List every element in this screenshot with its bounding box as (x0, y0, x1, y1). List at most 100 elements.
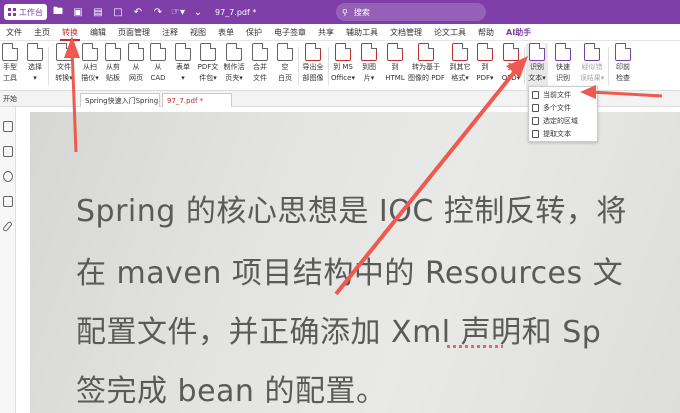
search-placeholder: 搜索 (353, 7, 370, 17)
comment-icon[interactable] (3, 171, 13, 182)
save-icon[interactable]: ▣ (69, 4, 87, 20)
to-image-label: 片▾ (363, 74, 375, 82)
export-images-icon (305, 43, 321, 61)
menu-item-15[interactable]: AI助手 (500, 24, 537, 41)
pdf-portfolio-button[interactable]: PDF文 件包▾ (196, 43, 220, 89)
search-input[interactable]: ⚲ 搜索 (336, 3, 486, 21)
dropdown-item-selected-area[interactable]: 选定的区域 (532, 115, 578, 127)
from-scanner-label: 描仪▾ (81, 74, 99, 82)
hand-tool-button[interactable]: 手型 工具 (0, 43, 20, 89)
to-image-pdf-button[interactable]: 转为基于 图像的 PDF (408, 43, 445, 89)
to-ofd-label: 到 (507, 63, 515, 71)
menu-item-6[interactable]: 视图 (184, 24, 212, 41)
menu-item-13[interactable]: 论文工具 (428, 24, 472, 41)
ribbon-separator (298, 47, 299, 85)
to-pdf-label: 到 (481, 63, 489, 71)
chevron-down-icon[interactable]: ⌄ (189, 4, 207, 20)
recognition-results-label: 误结果▾ (579, 74, 605, 82)
from-scanner-button[interactable]: 从扫 描仪▾ (78, 43, 102, 89)
to-image-button[interactable]: 到图 片▾ (358, 43, 380, 89)
to-image-pdf-label: 转为基于 (412, 63, 440, 71)
form-button[interactable]: 表单 ▾ (172, 43, 194, 89)
attachment-icon[interactable] (2, 220, 13, 233)
menu-item-5[interactable]: 注释 (156, 24, 184, 41)
pages-icon[interactable] (3, 146, 13, 157)
merge-files-button[interactable]: 合并 文件 (248, 43, 272, 89)
menu-item-10[interactable]: 共享 (312, 24, 340, 41)
dropdown-item-label: 当前文件 (543, 91, 571, 99)
to-html-icon (387, 43, 403, 61)
recognize-text-icon (529, 43, 545, 61)
new-file-icon[interactable]: □ (109, 4, 127, 20)
files-icon (532, 104, 539, 112)
document-line-4: 签完成 bean 的配置。 (76, 374, 387, 409)
stamp-icon[interactable] (3, 196, 13, 207)
to-ofd-icon (503, 43, 519, 61)
title-file-name: 97_7.pdf * (215, 7, 257, 17)
menu-item-7[interactable]: 表单 (212, 24, 240, 41)
quick-recognize-label: 快速 (556, 63, 570, 71)
print-icon[interactable]: ▤ (89, 4, 107, 20)
menu-item-12[interactable]: 文档管理 (384, 24, 428, 41)
menu-item-3[interactable]: 编辑 (84, 24, 112, 41)
to-other-format-icon (452, 43, 468, 61)
from-clipboard-button[interactable]: 从剪 贴板 (102, 43, 124, 89)
dropdown-item-multiple-files[interactable]: 多个文件 (532, 102, 571, 114)
from-webpage-button[interactable]: 从网页 (126, 43, 146, 89)
dropdown-item-label: 多个文件 (543, 104, 571, 112)
preflight-button[interactable]: 印前 检查 (612, 43, 634, 89)
menu-item-8[interactable]: 保护 (240, 24, 268, 41)
to-pdf-button[interactable]: 到 PDF▾ (474, 43, 496, 89)
file-convert-button[interactable]: 文件 转换▾ (52, 43, 76, 89)
ribbon-separator (524, 47, 525, 85)
to-image-pdf-icon (418, 43, 434, 61)
merge-files-label: 合并 (253, 63, 267, 71)
from-cad-label: CAD (150, 74, 166, 82)
menu-item-2[interactable]: 转换 (56, 24, 84, 41)
doc-tab-97-7[interactable]: 97_7.pdf * (162, 93, 232, 107)
recognize-text-label: 识别 (530, 63, 544, 71)
blank-page-button[interactable]: 空白页 (274, 43, 296, 89)
start-tab[interactable]: 开始 (3, 94, 17, 104)
select-button[interactable]: 选择 ▾ (24, 43, 46, 89)
bookmark-icon[interactable] (3, 121, 13, 132)
select-label: ▾ (33, 74, 37, 82)
quick-recognize-button[interactable]: 快速 识别 (552, 43, 574, 89)
make-live-page-icon (226, 43, 242, 61)
file-convert-label: 转换▾ (55, 74, 73, 82)
menu-item-4[interactable]: 页面管理 (112, 24, 156, 41)
make-live-page-label: 页夹▾ (225, 74, 243, 82)
dropdown-item-extract-text[interactable]: 提取文本 (532, 128, 571, 140)
to-html-button[interactable]: 到 HTML (384, 43, 406, 89)
recognition-results-label: 疑似错 (581, 63, 603, 71)
redo-icon[interactable]: ↷ (149, 4, 167, 20)
workspace-button[interactable]: 工作台 (4, 4, 47, 20)
export-images-label: 部图像 (302, 74, 324, 82)
recognition-results-button[interactable]: 疑似错误结果▾ (578, 43, 606, 89)
doc-tab-label: 97_7.pdf * (167, 97, 204, 105)
from-cad-icon (150, 43, 166, 61)
recognize-text-button[interactable]: 识别 文本▾ (526, 43, 548, 89)
menu-item-11[interactable]: 辅助工具 (340, 24, 384, 41)
to-ofd-button[interactable]: 到 OFD▾ (500, 43, 522, 89)
open-folder-icon[interactable]: 🖿 (49, 4, 67, 20)
recognize-text-dropdown: 当前文件 多个文件 选定的区域 提取文本 (528, 86, 598, 142)
doc-tab-spring[interactable]: Spring快速入门Spring... (80, 93, 160, 107)
dropdown-item-current-file[interactable]: 当前文件 (532, 89, 571, 101)
menu-item-9[interactable]: 电子签章 (268, 24, 312, 41)
to-other-format-button[interactable]: 到其它 格式▾ (448, 43, 472, 89)
to-ms-office-button[interactable]: 到 MS Office▾ (330, 43, 356, 89)
undo-icon[interactable]: ↶ (129, 4, 147, 20)
menu-item-14[interactable]: 帮助 (472, 24, 500, 41)
menu-item-1[interactable]: 主页 (28, 24, 56, 41)
make-live-page-button[interactable]: 制作活 页夹▾ (222, 43, 246, 89)
export-images-button[interactable]: 导出全 部图像 (300, 43, 326, 89)
select-icon (27, 43, 43, 61)
preflight-label: 印前 (616, 63, 630, 71)
menu-item-0[interactable]: 文件 (0, 24, 28, 41)
to-pdf-icon (477, 43, 493, 61)
from-cad-button[interactable]: 从 CAD (148, 43, 168, 89)
select-label: 选择 (28, 63, 42, 71)
from-clipboard-icon (105, 43, 121, 61)
hand-dropdown-icon[interactable]: ☞▾ (169, 4, 187, 20)
